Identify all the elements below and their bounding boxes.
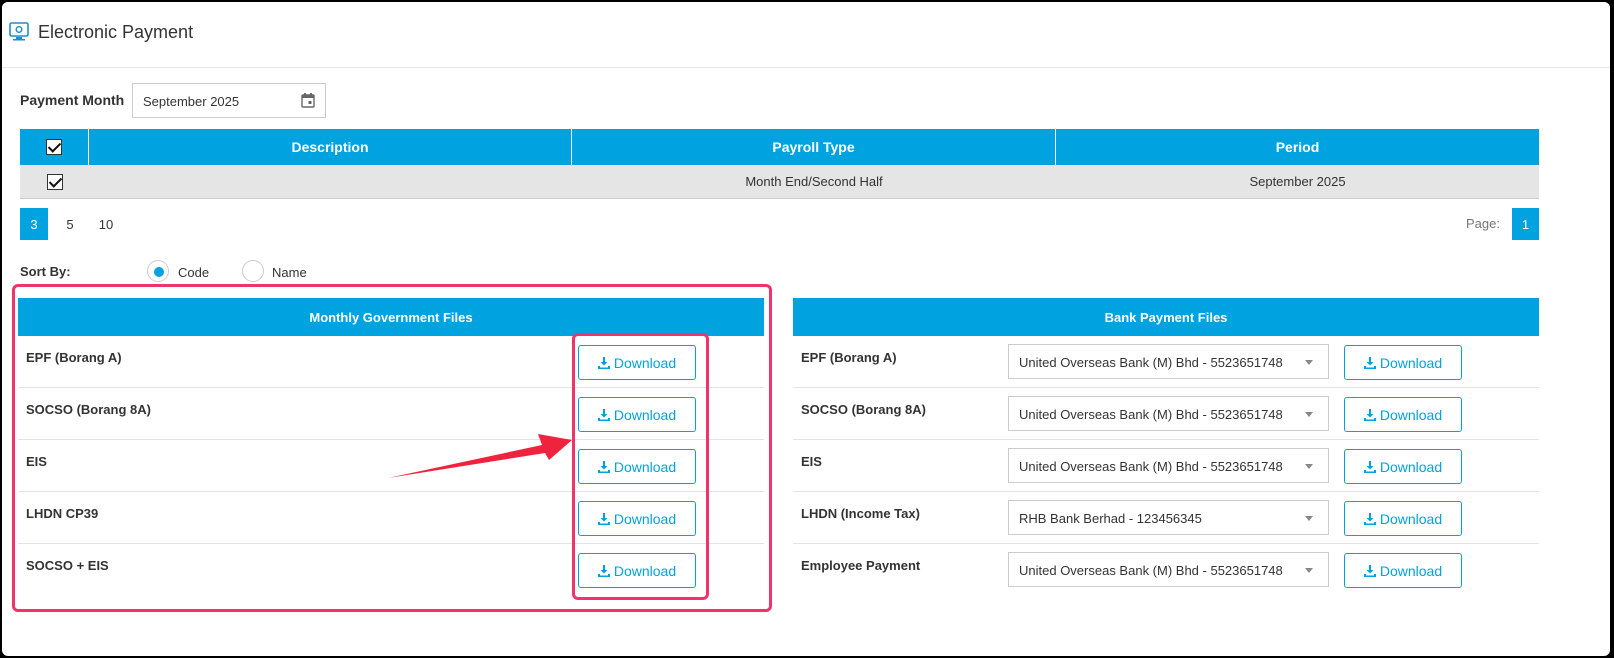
- annotation-arrow-icon: [388, 434, 572, 478]
- electronic-payment-window: Electronic Payment Payment Month Septemb…: [2, 2, 1610, 656]
